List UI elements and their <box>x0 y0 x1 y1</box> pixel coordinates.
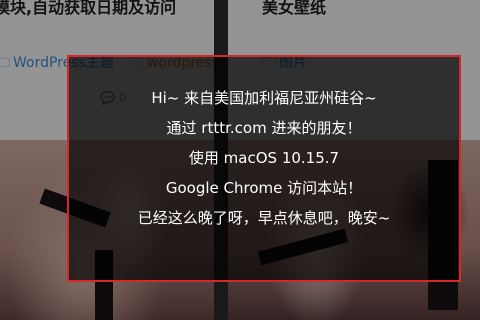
welcome-line-referrer: 通过 rtttr.com 进来的朋友！ <box>166 119 362 137</box>
welcome-line-browser: Google Chrome 访问本站！ <box>165 179 363 197</box>
welcome-line-os: 使用 macOS 10.15.7 <box>188 149 340 167</box>
welcome-line-greeting: 已经这么晚了呀，早点休息吧，晚安~ <box>137 209 391 227</box>
welcome-popup: Hi~ 来自美国加利福尼亚州硅谷~ 通过 rtttr.com 进来的朋友！ 使用… <box>67 55 461 282</box>
welcome-line-location: Hi~ 来自美国加利福尼亚州硅谷~ <box>151 89 377 107</box>
